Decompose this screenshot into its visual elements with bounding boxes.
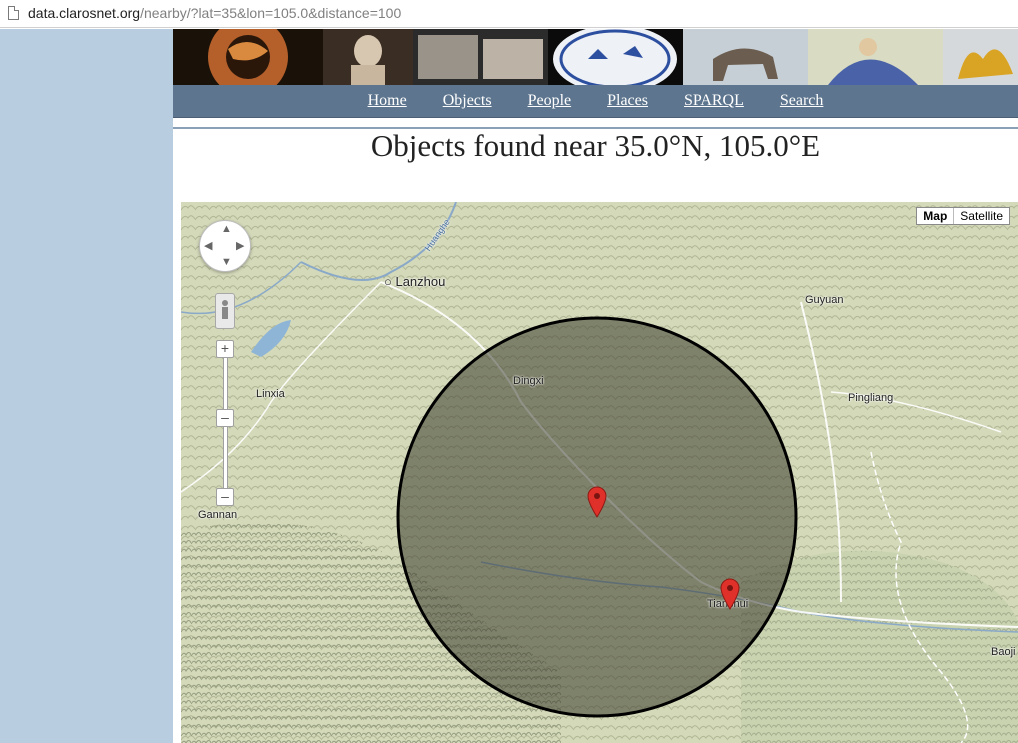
map-type-control: Map Satellite [916, 207, 1010, 225]
map-terrain [181, 202, 1018, 743]
zoom-out-button[interactable]: – [216, 488, 234, 506]
pan-down-icon[interactable]: ▼ [221, 256, 232, 268]
pan-left-icon[interactable]: ◀ [204, 239, 212, 252]
place-label-pingliang: Pingliang [848, 392, 894, 404]
place-label-guyuan: Guyuan [805, 294, 844, 306]
url-path: /nearby/?lat=35&lon=105.0&distance=100 [140, 5, 402, 21]
place-label-linxia: Linxia [256, 388, 285, 400]
banner-image-bust [323, 29, 413, 85]
pan-up-icon[interactable]: ▲ [221, 223, 232, 235]
place-label-lanzhou: ○ Lanzhou [384, 274, 446, 289]
url-text[interactable]: data.clarosnet.org/nearby/?lat=35&lon=10… [28, 5, 401, 21]
nav-people[interactable]: People [528, 92, 572, 110]
nav-places[interactable]: Places [607, 92, 648, 110]
page-icon [8, 6, 19, 20]
banner-image-vase [173, 29, 323, 85]
left-sidebar [0, 29, 173, 743]
pan-control[interactable]: ▲ ▼ ◀ ▶ [199, 220, 251, 272]
banner-image-painting [808, 29, 943, 85]
banner-image-horse [683, 29, 808, 85]
place-label-dingxi: Dingxi [513, 375, 544, 387]
place-label-gannan: Gannan [198, 509, 238, 521]
zoom-in-button[interactable]: + [216, 340, 234, 358]
map-type-satellite-button[interactable]: Satellite [954, 208, 1009, 224]
banner-image-gold [943, 29, 1018, 85]
marker-center-icon[interactable] [587, 486, 607, 518]
nav-home[interactable]: Home [368, 92, 407, 110]
address-bar[interactable]: data.clarosnet.org/nearby/?lat=35&lon=10… [0, 0, 1018, 28]
nav-sparql[interactable]: SPARQL [684, 92, 744, 110]
marker-tianshui-icon[interactable] [720, 578, 740, 610]
map-canvas[interactable]: Map Satellite ▲ ▼ ◀ ▶ + – – ○ Lanzhou Gu… [181, 202, 1018, 743]
place-label-baoji: Baoji [991, 646, 1016, 658]
banner-image-relief [413, 29, 548, 85]
map-type-map-button[interactable]: Map [917, 208, 955, 224]
nav-search[interactable]: Search [780, 92, 824, 110]
main-nav: Home Objects People Places SPARQL Search [173, 85, 1018, 118]
banner-image-plate [548, 29, 683, 85]
pan-right-icon[interactable]: ▶ [236, 239, 244, 252]
street-view-pegman-icon[interactable] [215, 293, 235, 329]
nav-objects[interactable]: Objects [443, 92, 492, 110]
place-label-text: Lanzhou [395, 274, 446, 289]
page-title: Objects found near 35.0°N, 105.0°E [370, 128, 821, 163]
zoom-slider-handle[interactable]: – [216, 409, 234, 427]
url-host: data.clarosnet.org [28, 5, 141, 21]
header-banner [173, 29, 1018, 85]
